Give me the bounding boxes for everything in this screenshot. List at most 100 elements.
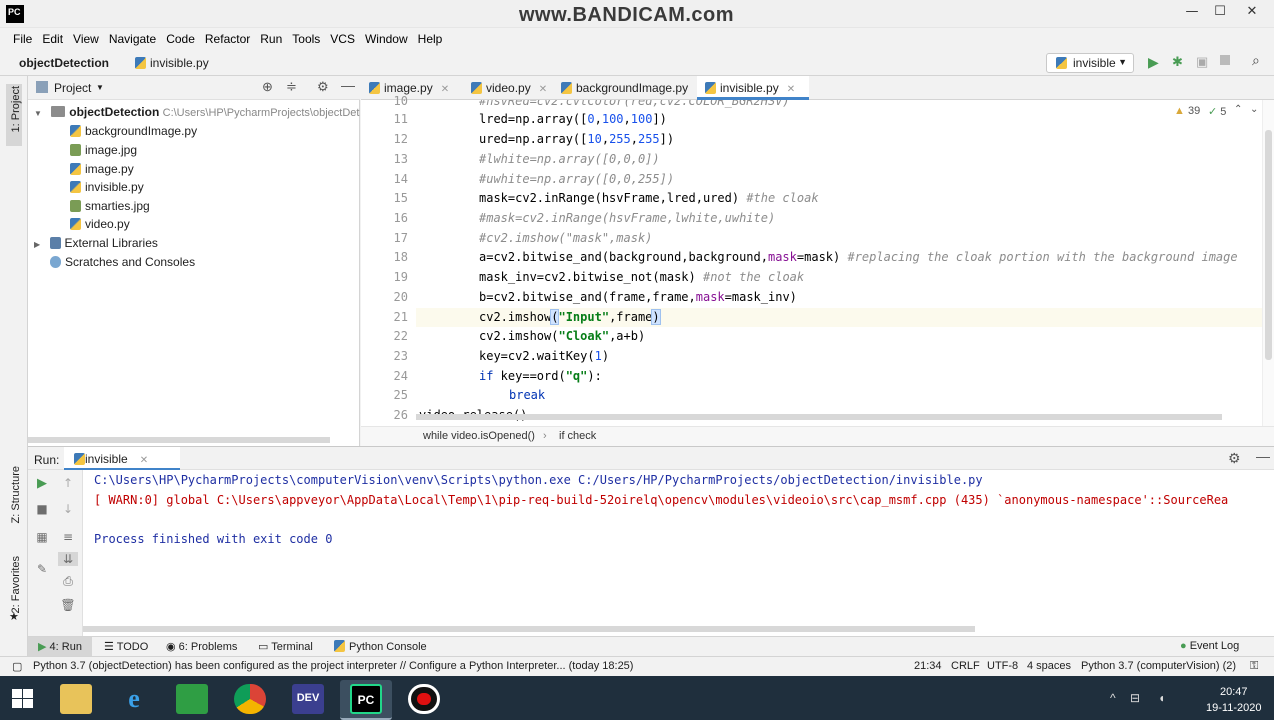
- breadcrumb-while[interactable]: while video.isOpened(): [423, 430, 535, 442]
- menu-tools[interactable]: Tools: [287, 32, 325, 46]
- breadcrumb-file[interactable]: invisible.py: [135, 56, 209, 70]
- dev-cpp-icon[interactable]: DEV: [292, 684, 324, 714]
- code-editor[interactable]: #hsvRed=cv2.cvtColor(red,cv2.COLOR_BGR2H…: [416, 100, 1262, 426]
- menu-code[interactable]: Code: [161, 32, 200, 46]
- layout-icon[interactable]: ▦: [32, 530, 52, 544]
- search-icon[interactable]: ⌕: [1252, 52, 1260, 69]
- close-icon[interactable]: ✕: [140, 455, 148, 466]
- rerun-icon[interactable]: ▶: [32, 476, 52, 491]
- tab-backgroundimage-py[interactable]: backgroundImage.py✕: [553, 76, 704, 100]
- menu-help[interactable]: Help: [413, 32, 448, 46]
- status-caret-position[interactable]: 21:34: [914, 660, 942, 672]
- tree-file[interactable]: smarties.jpg: [70, 197, 150, 215]
- status-message[interactable]: Python 3.7 (objectDetection) has been co…: [33, 660, 633, 672]
- minimize-button[interactable]: —: [1180, 4, 1204, 20]
- coverage-icon[interactable]: ▣: [1196, 54, 1208, 70]
- internet-explorer-icon[interactable]: e: [118, 684, 150, 714]
- tree-file[interactable]: backgroundImage.py: [70, 122, 197, 140]
- locate-icon[interactable]: ⊕: [262, 79, 273, 95]
- close-icon[interactable]: ✕: [539, 84, 547, 95]
- status-indent[interactable]: 4 spaces: [1027, 660, 1071, 672]
- collapse-all-icon[interactable]: ≑: [286, 79, 297, 95]
- lock-icon[interactable]: ⚿: [1250, 660, 1258, 673]
- console-horizontal-scrollbar[interactable]: [83, 626, 975, 632]
- close-icon[interactable]: ✕: [787, 84, 795, 95]
- status-toggle-icon[interactable]: ▢: [12, 660, 22, 673]
- menu-navigate[interactable]: Navigate: [104, 32, 161, 46]
- run-icon[interactable]: ▶: [1148, 54, 1159, 71]
- tab-video-py[interactable]: video.py ✕: [463, 76, 547, 100]
- gear-icon[interactable]: ⚙: [317, 79, 329, 95]
- trash-icon[interactable]: 🗑: [58, 598, 78, 612]
- stop-icon[interactable]: ■: [32, 502, 52, 516]
- gear-icon[interactable]: ⚙: [1228, 450, 1241, 467]
- debug-icon[interactable]: ✱: [1172, 54, 1183, 70]
- event-log-tool-button[interactable]: ● Event Log: [1180, 640, 1239, 652]
- status-line-separator[interactable]: CRLF: [951, 660, 980, 672]
- scroll-down-icon[interactable]: ↓: [58, 502, 78, 516]
- tree-external-libraries[interactable]: ▶ External Libraries: [34, 234, 158, 252]
- favorites-tool-label[interactable]: 2: Favorites: [10, 556, 22, 613]
- close-window-button[interactable]: ✕: [1240, 4, 1264, 20]
- todo-tool-button[interactable]: ☰ TODO: [104, 640, 148, 653]
- tree-root[interactable]: ▼ objectDetection C:\Users\HP\PycharmPro…: [34, 103, 359, 121]
- menu-run[interactable]: Run: [255, 32, 287, 46]
- soft-wrap-icon[interactable]: ≡: [58, 530, 78, 544]
- chevron-up-icon[interactable]: ⌃: [1234, 104, 1242, 115]
- terminal-tool-button[interactable]: ▭ Terminal: [258, 640, 313, 653]
- menu-file[interactable]: File: [8, 32, 37, 46]
- breadcrumb-project[interactable]: objectDetection: [19, 56, 109, 70]
- problems-tool-button[interactable]: ◉ 6: Problems: [166, 640, 237, 653]
- tray-expand-icon[interactable]: ^: [1110, 691, 1116, 705]
- maximize-button[interactable]: ☐: [1208, 4, 1232, 20]
- hide-icon[interactable]: —: [341, 77, 355, 93]
- editor-horizontal-scrollbar[interactable]: [416, 414, 1222, 420]
- status-interpreter[interactable]: Python 3.7 (computerVision) (2): [1081, 660, 1236, 672]
- hide-icon[interactable]: —: [1256, 448, 1270, 464]
- chevron-down-icon[interactable]: ⌄: [1250, 104, 1258, 115]
- tree-file[interactable]: video.py: [70, 215, 130, 233]
- tree-file-label: invisible.py: [85, 180, 144, 194]
- network-icon[interactable]: ⊟: [1130, 691, 1140, 705]
- project-view-title[interactable]: Project: [54, 81, 91, 95]
- python-console-tool-button[interactable]: Python Console: [334, 640, 427, 653]
- pycharm-taskbar-icon[interactable]: PC: [350, 684, 382, 714]
- store-icon[interactable]: [176, 684, 208, 714]
- horizontal-scrollbar[interactable]: [28, 437, 330, 443]
- run-tab-invisible[interactable]: invisible ✕: [64, 447, 180, 471]
- inspection-ok[interactable]: ✓ 5: [1208, 105, 1226, 118]
- taskbar-date[interactable]: 19-11-2020: [1206, 702, 1261, 714]
- menu-refactor[interactable]: Refactor: [200, 32, 255, 46]
- volume-icon[interactable]: ◖: [1158, 691, 1165, 705]
- windows-start-icon[interactable]: [12, 689, 34, 709]
- menu-view[interactable]: View: [68, 32, 104, 46]
- tree-file[interactable]: image.jpg: [70, 141, 137, 159]
- inspection-warnings[interactable]: ▲ 39: [1174, 105, 1200, 117]
- file-explorer-icon[interactable]: [60, 684, 92, 714]
- chevron-down-icon: ▼: [34, 109, 42, 118]
- tree-scratches[interactable]: Scratches and Consoles: [50, 253, 195, 271]
- run-console[interactable]: C:\Users\HP\PycharmProjects\computerVisi…: [83, 470, 1274, 636]
- chevron-down-icon[interactable]: ▼: [96, 83, 104, 92]
- tree-file[interactable]: image.py: [70, 160, 134, 178]
- menu-vcs[interactable]: VCS: [325, 32, 360, 46]
- bandicam-record-icon[interactable]: [408, 684, 440, 714]
- print-icon[interactable]: ⎙: [58, 574, 78, 589]
- menu-edit[interactable]: Edit: [37, 32, 68, 46]
- taskbar-time[interactable]: 20:47: [1220, 686, 1248, 698]
- stop-icon[interactable]: [1220, 55, 1230, 65]
- scroll-up-icon[interactable]: ↑: [58, 476, 78, 490]
- menu-window[interactable]: Window: [360, 32, 413, 46]
- close-icon[interactable]: ✕: [441, 84, 449, 95]
- scroll-to-end-icon[interactable]: ⇊: [58, 552, 78, 566]
- code-token: ):: [587, 369, 602, 383]
- tab-invisible-py[interactable]: invisible.py ✕: [697, 76, 809, 100]
- scrollbar-thumb[interactable]: [1265, 130, 1272, 360]
- breadcrumb-if[interactable]: if check: [559, 430, 596, 442]
- chrome-icon[interactable]: [234, 684, 266, 714]
- status-encoding[interactable]: UTF-8: [987, 660, 1018, 672]
- structure-tool-label[interactable]: Z: Structure: [10, 466, 22, 523]
- tree-file[interactable]: invisible.py: [70, 178, 144, 196]
- editor-vertical-scrollbar[interactable]: [1262, 100, 1274, 426]
- pin-icon[interactable]: ✎: [32, 562, 52, 576]
